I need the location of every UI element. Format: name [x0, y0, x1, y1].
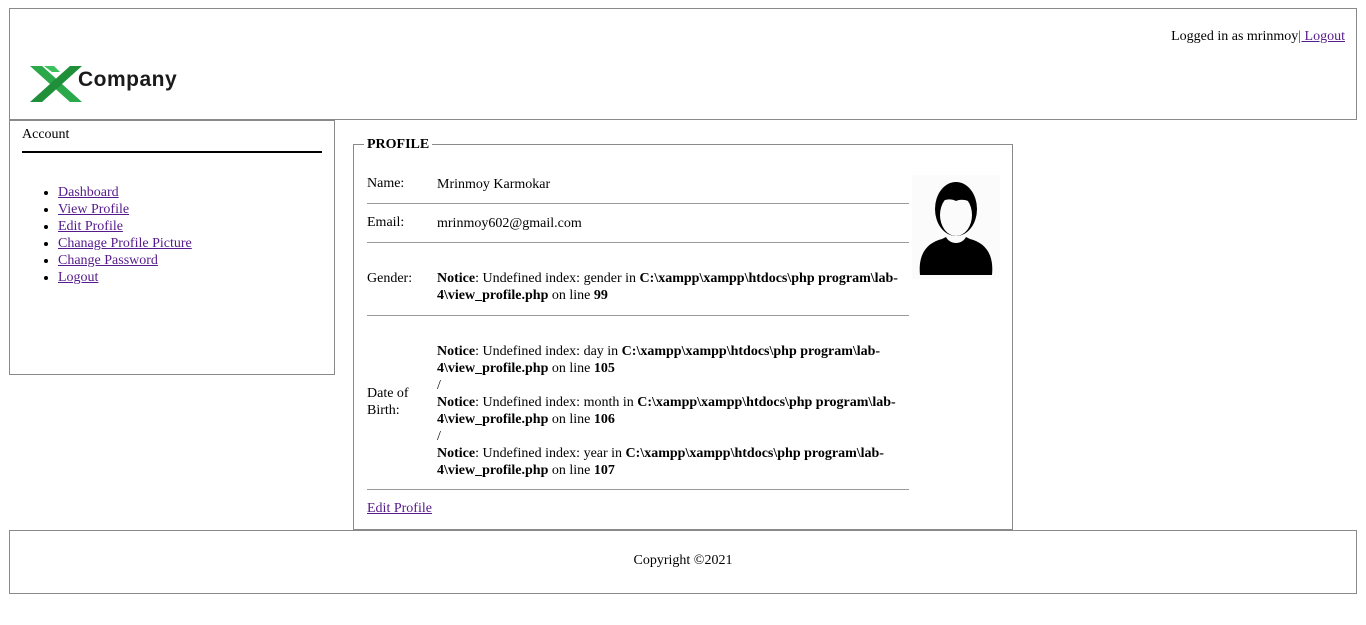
sidebar-logout-link[interactable]: Logout [58, 270, 98, 285]
notice-text: : Undefined index: month in [475, 395, 638, 410]
notice-line: 99 [593, 288, 608, 303]
sidebar-item-edit-profile: Edit Profile [58, 218, 192, 235]
view-profile-link[interactable]: View Profile [58, 202, 129, 217]
gender-notice: Notice: Undefined index: gender in C:\xa… [437, 270, 909, 304]
profile-picture [912, 175, 1000, 279]
header-logout-link[interactable]: | Logout [1298, 29, 1345, 44]
month-notice: Notice: Undefined index: month in C:\xam… [437, 394, 909, 428]
login-status: Logged in as mrinmoy| Logout [1171, 29, 1345, 45]
date-separator: / [437, 378, 441, 393]
day-notice: Notice: Undefined index: day in C:\xampp… [437, 343, 909, 377]
dob-label: Date of Birth: [367, 385, 435, 419]
notice-line: 107 [593, 463, 615, 478]
date-separator: / [437, 429, 441, 444]
notice-text: : Undefined index: day in [475, 344, 622, 359]
notice-on-line: on line [548, 361, 594, 376]
profile-fieldset: PROFILE Name: Mrinmoy Karmokar Email: mr… [353, 136, 1013, 530]
page-header: Company Logged in as mrinmoy| Logout [9, 8, 1357, 120]
company-logo[interactable]: Company [30, 66, 200, 102]
notice-on-line: on line [548, 463, 594, 478]
notice-text: : Undefined index: gender in [475, 271, 640, 286]
dob-label-line-2: Birth: [367, 403, 400, 418]
account-sidebar: Account Dashboard View Profile Edit Prof… [9, 120, 335, 375]
name-value: Mrinmoy Karmokar [437, 177, 551, 192]
gender-label: Gender: [367, 271, 413, 286]
x-logo-icon [30, 66, 82, 102]
sidebar-item-change-password: Change Password [58, 252, 192, 269]
notice-text: : Undefined index: year in [475, 446, 626, 461]
notice-word: Notice [437, 271, 476, 286]
dob-notices: Notice: Undefined index: day in C:\xampp… [437, 343, 909, 479]
copyright-text: Copyright ©2021 [633, 553, 733, 568]
email-value: mrinmoy602@gmail.com [437, 216, 582, 231]
change-password-link[interactable]: Change Password [58, 253, 158, 268]
user-silhouette-icon [919, 182, 993, 275]
row-divider [367, 489, 909, 490]
change-profile-picture-link[interactable]: Chanage Profile Picture [58, 236, 192, 251]
dob-label-line-1: Date of [367, 386, 409, 401]
profile-legend: PROFILE [364, 136, 433, 154]
sidebar-item-logout: Logout [58, 269, 192, 286]
name-label: Name: [367, 176, 405, 191]
sidebar-item-dashboard: Dashboard [58, 184, 192, 201]
notice-on-line: on line [548, 288, 594, 303]
notice-line: 106 [593, 412, 615, 427]
notice-word: Notice [437, 344, 476, 359]
edit-profile-link[interactable]: Edit Profile [58, 219, 123, 234]
sidebar-item-view-profile: View Profile [58, 201, 192, 218]
notice-on-line: on line [548, 412, 594, 427]
page-footer: Copyright ©2021 [9, 530, 1357, 594]
notice-line: 105 [593, 361, 615, 376]
edit-profile-button[interactable]: Edit Profile [367, 501, 432, 517]
row-divider [367, 242, 909, 243]
sidebar-menu: Dashboard View Profile Edit Profile Chan… [38, 184, 192, 286]
row-divider [367, 203, 909, 204]
email-label: Email: [367, 215, 405, 230]
sidebar-title: Account [22, 127, 70, 142]
row-divider [367, 315, 909, 316]
year-notice: Notice: Undefined index: year in C:\xamp… [437, 445, 909, 479]
notice-word: Notice [437, 446, 476, 461]
sidebar-divider [22, 151, 322, 153]
logged-in-text: Logged in as mrinmoy [1171, 29, 1299, 44]
dashboard-link[interactable]: Dashboard [58, 185, 119, 200]
logo-text: Company [78, 68, 178, 91]
notice-word: Notice [437, 395, 476, 410]
sidebar-item-change-picture: Chanage Profile Picture [58, 235, 192, 252]
